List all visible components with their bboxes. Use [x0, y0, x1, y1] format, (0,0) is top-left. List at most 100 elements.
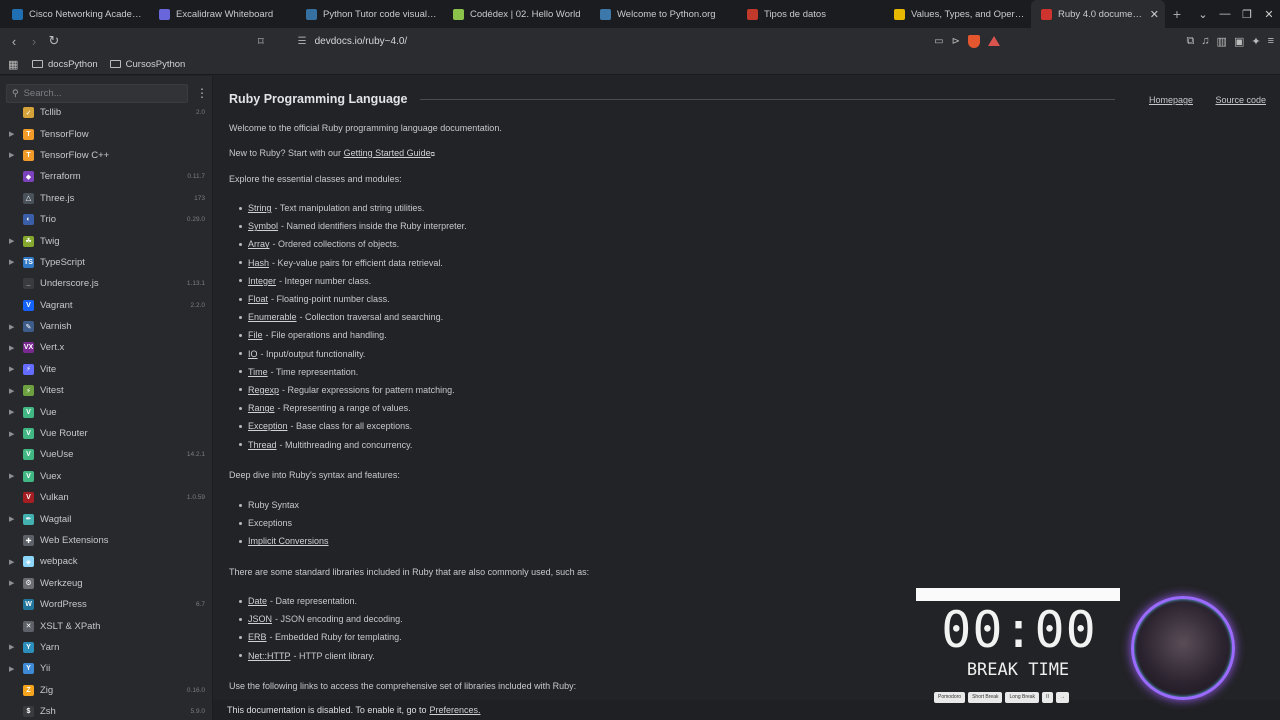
pomodoro-button[interactable]: Pomodoro [934, 692, 966, 703]
expand-arrow-icon[interactable]: ▶ [9, 430, 14, 438]
list-item[interactable]: Implicit Conversions [239, 532, 329, 550]
sidebar-item-werkzeug[interactable]: ▶ ⚙ Werkzeug [0, 573, 212, 594]
class-link[interactable]: String [248, 203, 272, 213]
class-link[interactable]: Net::HTTP [248, 651, 291, 661]
implicit-conversions-link[interactable]: Implicit Conversions [248, 536, 329, 546]
class-link[interactable]: Time [248, 367, 268, 377]
class-link[interactable]: Symbol [248, 221, 278, 231]
expand-arrow-icon[interactable]: ▶ [9, 237, 14, 245]
sidebar-menu-icon[interactable]: ⋮ [196, 86, 208, 100]
site-info-icon[interactable]: ☰ [298, 36, 307, 47]
sidebar-item-twig[interactable]: ▶ ☘ Twig [0, 230, 212, 251]
class-link[interactable]: IO [248, 349, 258, 359]
sidebar-item-yii[interactable]: ▶ Y Yii [0, 658, 212, 679]
tab-list-icon[interactable]: ⌄ [1192, 8, 1214, 21]
pause-button[interactable]: II [1042, 692, 1053, 703]
class-link[interactable]: Thread [248, 440, 277, 450]
expand-arrow-icon[interactable]: ▶ [9, 408, 14, 416]
long-break-button[interactable]: Long Break [1005, 692, 1040, 703]
expand-arrow-icon[interactable]: ▶ [9, 344, 14, 352]
reload-icon[interactable]: ↻ [44, 33, 64, 49]
expand-arrow-icon[interactable]: ▶ [9, 643, 14, 651]
sidebar-item-tensorflow-c-[interactable]: ▶ T TensorFlow C++ [0, 145, 212, 166]
menu-icon[interactable]: ≡ [1268, 35, 1274, 47]
class-link[interactable]: JSON [248, 614, 272, 624]
bookmark-docspython[interactable]: docsPython [32, 59, 98, 70]
send-icon[interactable]: ⊳ [952, 36, 960, 47]
expand-arrow-icon[interactable]: ▶ [9, 151, 14, 159]
sidebar-item-tensorflow[interactable]: ▶ T TensorFlow [0, 123, 212, 144]
address-bar[interactable]: ⌑ ☰ devdocs.io/ruby~4.0/ [252, 31, 1000, 51]
browser-tab[interactable]: Python Tutor code visualizer [296, 0, 443, 28]
sidebar-item-varnish[interactable]: ▶ ✎ Varnish [0, 316, 212, 337]
sidebar-item-wordpress[interactable]: W WordPress 6.7 [0, 594, 212, 615]
getting-started-link[interactable]: Getting Started Guide [344, 148, 431, 158]
browser-tab[interactable]: Excalidraw Whiteboard [149, 0, 296, 28]
class-link[interactable]: Date [248, 596, 267, 606]
class-link[interactable]: Float [248, 294, 268, 304]
sidebar-item-vite[interactable]: ▶ ⚡ Vite [0, 359, 212, 380]
sidebar-item-tcllib[interactable]: ✓ Tcllib 2.0 [0, 102, 212, 123]
class-link[interactable]: Enumerable [248, 312, 297, 322]
expand-arrow-icon[interactable]: ▶ [9, 665, 14, 673]
sidebar-item-trio[interactable]: ◐ Trio 0.29.0 [0, 209, 212, 230]
sidebar-item-vagrant[interactable]: V Vagrant 2.2.0 [0, 295, 212, 316]
skip-button[interactable]: → [1055, 692, 1069, 703]
wallet-icon[interactable]: ▣ [1234, 35, 1244, 48]
back-icon[interactable]: ‹ [4, 34, 24, 49]
class-link[interactable]: Hash [248, 258, 269, 268]
sidebar-toggle-icon[interactable]: ▥ [1217, 35, 1227, 48]
brave-rewards-icon[interactable] [988, 36, 1000, 46]
sidebar-item-zig[interactable]: Z Zig 0.16.0 [0, 680, 212, 701]
class-link[interactable]: Exception [248, 421, 288, 431]
bookmark-cursospython[interactable]: CursosPython [109, 59, 185, 70]
expand-arrow-icon[interactable]: ▶ [9, 365, 14, 373]
homepage-link[interactable]: Homepage [1149, 95, 1193, 105]
maximize-icon[interactable]: ❐ [1236, 8, 1258, 21]
sidebar-item-vueuse[interactable]: V VueUse 14.2.1 [0, 444, 212, 465]
sidebar-item-typescript[interactable]: ▶ TS TypeScript [0, 252, 212, 273]
media-icon[interactable]: ♫ [1201, 35, 1209, 47]
minimize-icon[interactable]: — [1214, 8, 1236, 20]
expand-arrow-icon[interactable]: ▶ [9, 515, 14, 523]
browser-tab[interactable]: Values, Types, and Operators [884, 0, 1031, 28]
leo-icon[interactable]: ✦ [1251, 35, 1260, 48]
sidebar-item-vert-x[interactable]: ▶ VX Vert.x [0, 337, 212, 358]
sidebar-item-vue[interactable]: ▶ V Vue [0, 401, 212, 422]
sidebar-item-underscore-js[interactable]: _ Underscore.js 1.13.1 [0, 273, 212, 294]
browser-tab[interactable]: Welcome to Python.org [590, 0, 737, 28]
sidebar-item-vulkan[interactable]: V Vulkan 1.0.59 [0, 487, 212, 508]
class-link[interactable]: Regexp [248, 385, 279, 395]
cast-icon[interactable]: ▭ [934, 36, 943, 47]
apps-grid-icon[interactable]: ▦ [8, 58, 20, 71]
sidebar-item-web-extensions[interactable]: ✚ Web Extensions [0, 530, 212, 551]
sidebar-item-terraform[interactable]: ◆ Terraform 0.11.7 [0, 166, 212, 187]
expand-arrow-icon[interactable]: ▶ [9, 472, 14, 480]
expand-arrow-icon[interactable]: ▶ [9, 558, 14, 566]
browser-tab[interactable]: Ruby 4.0 documentation ✕ [1031, 0, 1165, 28]
sidebar-item-webpack[interactable]: ▶ ◈ webpack [0, 551, 212, 572]
browser-tab[interactable]: Codédex | 02. Hello World [443, 0, 590, 28]
expand-arrow-icon[interactable]: ▶ [9, 579, 14, 587]
close-tab-icon[interactable]: ✕ [1150, 8, 1159, 21]
forward-icon[interactable]: › [24, 34, 44, 49]
class-link[interactable]: Array [248, 239, 270, 249]
expand-arrow-icon[interactable]: ▶ [9, 323, 14, 331]
sidebar-item-xslt-xpath[interactable]: ✕ XSLT & XPath [0, 615, 212, 636]
expand-arrow-icon[interactable]: ▶ [9, 258, 14, 266]
class-link[interactable]: ERB [248, 632, 267, 642]
preferences-link[interactable]: Preferences. [429, 705, 480, 715]
sidebar-item-vuex[interactable]: ▶ V Vuex [0, 466, 212, 487]
brave-shield-icon[interactable] [968, 34, 980, 48]
browser-tab[interactable]: Cisco Networking Academy [2, 0, 149, 28]
close-window-icon[interactable]: ✕ [1258, 8, 1280, 21]
sidebar-item-vitest[interactable]: ▶ ⚡ Vitest [0, 380, 212, 401]
expand-arrow-icon[interactable]: ▶ [9, 387, 14, 395]
sidebar-item-vue-router[interactable]: ▶ V Vue Router [0, 423, 212, 444]
class-link[interactable]: Integer [248, 276, 276, 286]
expand-arrow-icon[interactable]: ▶ [9, 130, 14, 138]
url-text[interactable]: devdocs.io/ruby~4.0/ [315, 36, 408, 47]
short-break-button[interactable]: Short Break [968, 692, 1003, 703]
class-link[interactable]: File [248, 330, 263, 340]
browser-tab[interactable]: Tipos de datos [737, 0, 884, 28]
